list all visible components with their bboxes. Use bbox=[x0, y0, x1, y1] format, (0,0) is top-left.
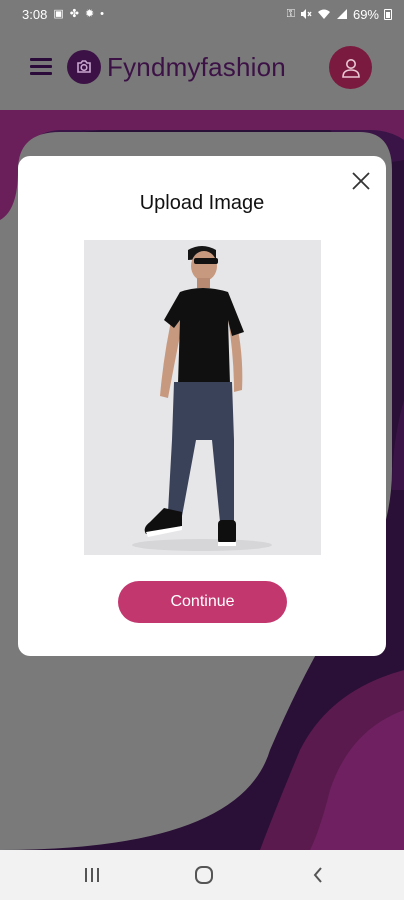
camera-logo-icon bbox=[67, 50, 101, 84]
status-time: 3:08 bbox=[22, 6, 48, 22]
system-nav-bar bbox=[0, 850, 404, 900]
app-logo: Fyndmyfashion bbox=[67, 50, 286, 84]
upload-image-modal: Upload Image Continue bbox=[18, 156, 386, 656]
menu-line bbox=[30, 72, 52, 75]
app-header: Fyndmyfashion bbox=[0, 28, 404, 110]
gallery-icon: ▣ bbox=[53, 7, 64, 20]
signal-icon bbox=[336, 9, 347, 19]
menu-line bbox=[30, 58, 52, 61]
key-icon: ⚿ bbox=[286, 7, 295, 20]
battery-icon bbox=[384, 8, 392, 20]
status-bar: 3:08 ▣ ✤ ✹ • ⚿ 69% bbox=[0, 0, 404, 28]
modal-title: Upload Image bbox=[139, 192, 265, 214]
user-icon bbox=[341, 58, 360, 78]
dot-icon: • bbox=[100, 7, 105, 20]
mute-icon bbox=[300, 9, 312, 19]
battery-percent: 69% bbox=[352, 6, 379, 22]
continue-button[interactable]: Continue bbox=[118, 581, 287, 623]
settings-icon: ✹ bbox=[84, 7, 95, 20]
close-icon[interactable] bbox=[350, 170, 372, 192]
status-left: 3:08 ▣ ✤ ✹ • bbox=[22, 7, 104, 22]
slack-icon: ✤ bbox=[69, 7, 79, 20]
back-icon[interactable] bbox=[306, 865, 330, 885]
home-icon[interactable] bbox=[192, 865, 216, 885]
menu-line bbox=[30, 65, 52, 68]
app-name: Fyndmyfashion bbox=[107, 51, 286, 82]
uploaded-photo bbox=[84, 240, 321, 555]
user-profile-button[interactable] bbox=[329, 46, 372, 89]
recents-icon[interactable] bbox=[80, 865, 104, 885]
status-right: ⚿ 69% bbox=[287, 7, 392, 22]
hamburger-menu-icon[interactable] bbox=[30, 58, 52, 75]
wifi-icon bbox=[317, 9, 330, 19]
